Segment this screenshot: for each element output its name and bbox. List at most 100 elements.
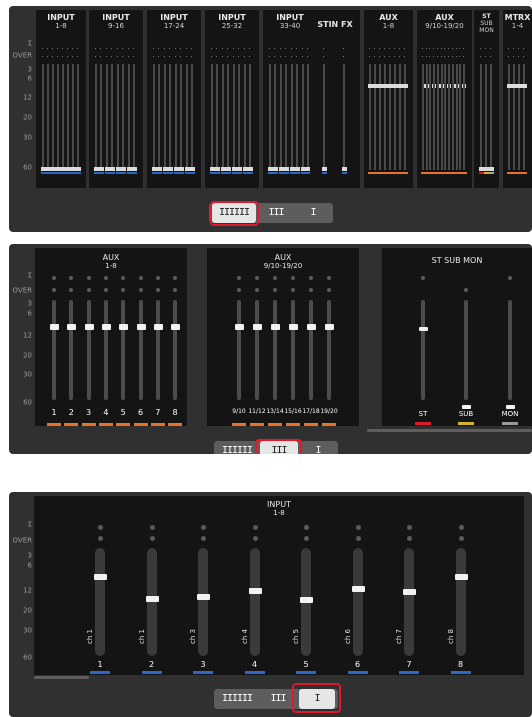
group-block-4[interactable]: INPUT 25-32	[205, 10, 259, 188]
fader-cap[interactable]	[248, 587, 262, 594]
group-subtitle: 1-8	[55, 22, 67, 30]
over-dot	[307, 56, 309, 57]
group-block-10[interactable]: MTRX 1-4	[503, 10, 532, 188]
fader-track	[273, 300, 277, 400]
scale-label: OVER	[12, 286, 32, 295]
over-dot	[440, 56, 442, 57]
group-block-3[interactable]: INPUT 17-24	[147, 10, 201, 188]
over-dot	[268, 56, 270, 57]
fader-cap	[248, 167, 254, 171]
over-dot	[463, 56, 465, 57]
group-block-8[interactable]: AUX 9/10-19/20	[417, 10, 472, 188]
over-dot	[163, 48, 165, 49]
scale-label: 20	[23, 113, 32, 122]
horizontal-scrollbar[interactable]	[34, 676, 89, 679]
over-dot	[155, 276, 160, 280]
channel-color-bar	[248, 172, 254, 174]
selection-highlight	[255, 439, 302, 454]
over-dot	[304, 536, 309, 541]
fader-cap	[126, 167, 132, 171]
over-dot	[421, 56, 423, 57]
meter-strip	[522, 64, 525, 170]
scale-label: 60	[23, 653, 32, 662]
fader-cap[interactable]	[403, 589, 416, 596]
view-group-button[interactable]: III	[260, 689, 296, 709]
over-dot	[98, 536, 103, 541]
scale-label: OVER	[12, 51, 32, 60]
group-block-2[interactable]: INPUT 9-16	[89, 10, 143, 188]
fader-cap[interactable]	[94, 573, 107, 580]
group-block-5[interactable]: INPUT 33-40	[263, 10, 317, 188]
group-subtitle: SUB MON	[479, 20, 494, 34]
over-dot	[152, 48, 154, 49]
meter-strip	[238, 64, 241, 170]
fader-cap[interactable]	[300, 596, 313, 603]
meter-strip	[127, 64, 130, 170]
over-dot	[41, 56, 43, 57]
over-dot	[444, 48, 446, 49]
fader-cap	[162, 167, 168, 171]
group-block-9[interactable]: ST SUB MON	[474, 10, 499, 188]
over-dot	[155, 288, 160, 292]
over-dot	[103, 276, 108, 280]
fader-cap[interactable]	[197, 594, 210, 601]
fader-cap[interactable]	[351, 585, 365, 592]
meter-strip	[66, 64, 69, 170]
over-dot	[484, 48, 486, 49]
over-dot	[185, 48, 187, 49]
horizontal-scrollbar[interactable]	[367, 429, 532, 432]
meter-strip	[301, 64, 304, 170]
view-all-channels-button[interactable]: IIIIII	[217, 441, 257, 455]
over-dot	[98, 525, 103, 530]
group-block-7[interactable]: AUX 1-8	[364, 10, 413, 188]
scale-label: 60	[23, 398, 32, 407]
fader-track	[464, 300, 468, 400]
fader-cap[interactable]	[145, 595, 159, 602]
over-dot	[436, 56, 438, 57]
over-dot	[421, 48, 423, 49]
channel-color-bar	[179, 172, 185, 174]
fader-cap	[75, 167, 81, 171]
over-dot	[291, 276, 295, 280]
over-dot	[216, 48, 218, 49]
over-dot	[51, 48, 53, 49]
fader-cap	[289, 167, 295, 171]
channel-color-bar	[284, 172, 290, 174]
fader-cap	[209, 167, 215, 171]
channel-color-bar	[399, 671, 419, 674]
over-dot	[61, 48, 63, 49]
channel-color-bar	[322, 423, 336, 426]
over-dot	[180, 56, 182, 57]
channel-color-bar	[402, 172, 408, 174]
meter-strip	[436, 64, 439, 170]
over-dot	[216, 56, 218, 57]
channel-color-bar	[209, 172, 215, 174]
over-dot	[86, 276, 91, 280]
channel-name: ch 4	[240, 629, 249, 644]
meter-strip	[484, 64, 487, 170]
group-title: AUX	[435, 13, 454, 22]
group-block-1[interactable]: INPUT 1-8	[36, 10, 86, 188]
over-dot	[174, 48, 176, 49]
view-single-button[interactable]: I	[301, 441, 335, 455]
over-dot	[451, 48, 453, 49]
channel-name: ch 3	[189, 629, 197, 644]
over-dot	[513, 48, 515, 49]
view-group-button[interactable]: III	[258, 203, 294, 223]
group-block-6[interactable]: STIN FX	[310, 10, 360, 188]
view-all-channels-button[interactable]: IIIIII	[217, 689, 257, 709]
over-dot	[374, 48, 376, 49]
scale-label: 30	[23, 370, 32, 379]
view-single-button[interactable]: I	[296, 203, 330, 223]
fader-cap[interactable]	[454, 573, 468, 580]
over-dot	[149, 536, 155, 541]
fader-cap	[295, 167, 301, 171]
fader-cap	[278, 167, 284, 171]
fader-cap	[157, 167, 163, 171]
fader-cap	[136, 324, 146, 330]
channel-color-bar	[168, 172, 174, 174]
fader-cap	[289, 324, 298, 330]
scale-label: 20	[23, 606, 32, 615]
channel-color-bar	[193, 671, 213, 674]
channel-color-bar	[116, 423, 131, 426]
